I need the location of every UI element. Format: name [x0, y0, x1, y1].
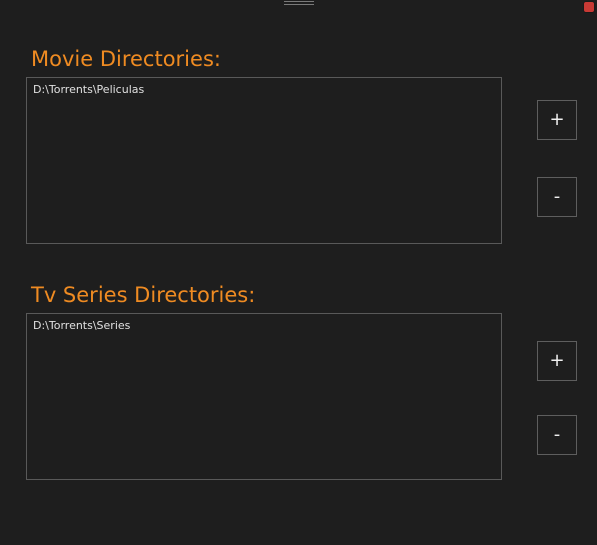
close-icon[interactable] [584, 2, 594, 12]
list-item[interactable]: D:\Torrents\Series [33, 319, 495, 333]
remove-series-directory-button[interactable]: - [537, 415, 577, 455]
series-directories-title: Tv Series Directories: [31, 283, 256, 307]
list-item[interactable]: D:\Torrents\Peliculas [33, 83, 495, 97]
add-series-directory-button[interactable]: + [537, 341, 577, 381]
remove-movie-directory-button[interactable]: - [537, 177, 577, 217]
movie-directories-title: Movie Directories: [31, 47, 221, 71]
settings-window: Movie Directories: D:\Torrents\Peliculas… [0, 0, 597, 545]
movie-directories-list[interactable]: D:\Torrents\Peliculas [26, 77, 502, 244]
series-directories-list[interactable]: D:\Torrents\Series [26, 313, 502, 480]
add-movie-directory-button[interactable]: + [537, 100, 577, 140]
drag-handle-icon[interactable] [284, 1, 314, 5]
